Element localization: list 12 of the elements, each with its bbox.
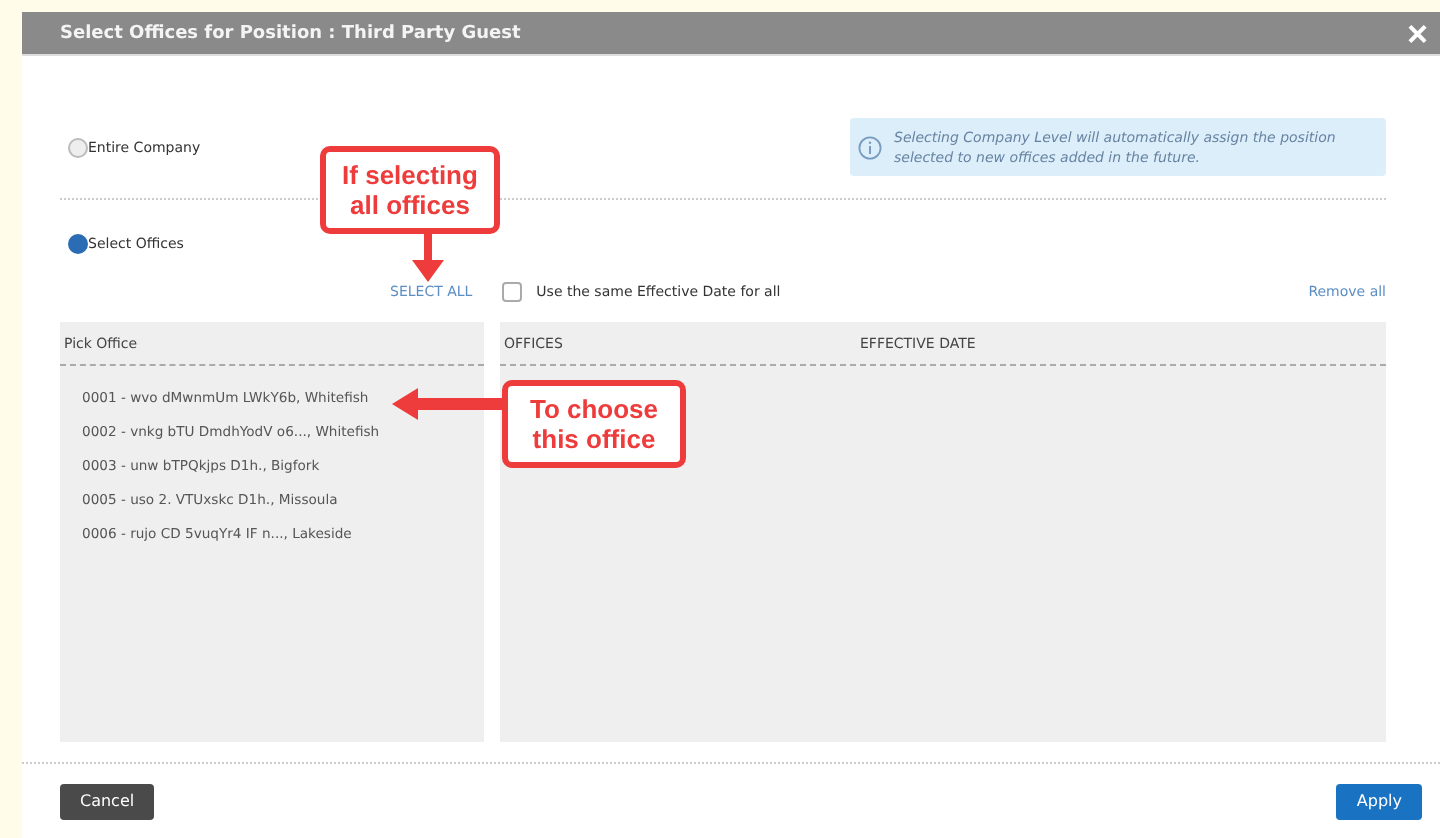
apply-button[interactable]: Apply [1336, 783, 1422, 820]
callout-label: To choose this office [502, 380, 686, 468]
checkbox[interactable] [502, 282, 523, 303]
callout-label: If selecting all offices [320, 146, 500, 234]
radio-button[interactable] [68, 234, 88, 255]
info-icon [858, 135, 882, 160]
callout-arrow [412, 234, 444, 282]
radio-button[interactable] [68, 137, 88, 158]
cancel-button[interactable]: Cancel [60, 783, 155, 820]
callout-arrow [392, 388, 504, 420]
close-button[interactable]: × [1406, 15, 1428, 52]
dialog-title: Select Offices for Position : Third Party Guest [60, 23, 523, 44]
